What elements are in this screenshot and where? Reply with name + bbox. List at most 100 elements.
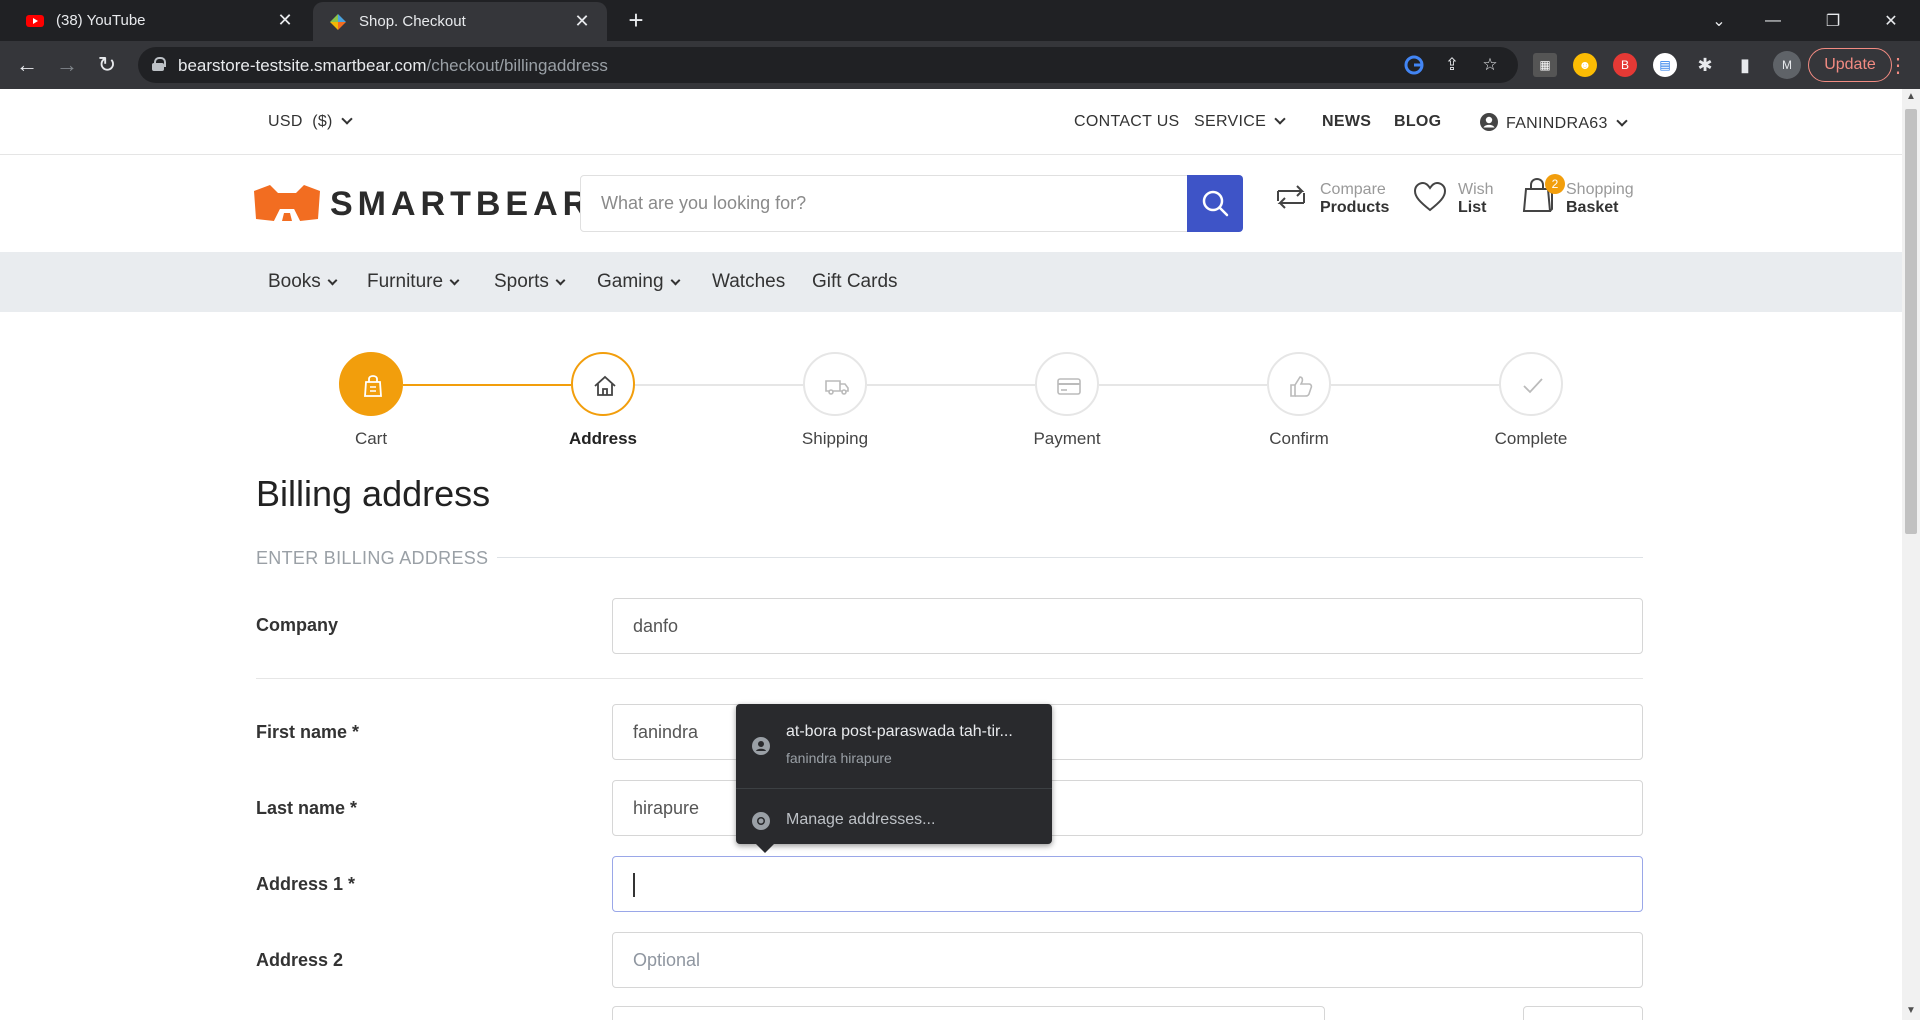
compare-products-link[interactable]: Compare Products (1274, 175, 1394, 225)
service-menu[interactable]: SERVICE (1194, 113, 1286, 131)
reload-icon[interactable]: ↻ (92, 50, 122, 80)
step-label-address: Address (568, 429, 638, 448)
update-button[interactable]: Update (1808, 48, 1892, 82)
minimize-icon[interactable]: — (1750, 0, 1796, 41)
step-confirm[interactable] (1267, 352, 1331, 416)
home-icon (594, 375, 616, 396)
step-connector (403, 384, 571, 386)
manage-addresses-label: Manage addresses... (786, 811, 936, 828)
search-input[interactable] (580, 175, 1188, 232)
step-label-payment: Payment (1033, 429, 1101, 448)
nav-furniture[interactable]: Furniture (367, 271, 460, 293)
page-scrollbar[interactable]: ▲ ▼ (1902, 89, 1920, 1020)
chrome-icon (752, 812, 770, 830)
step-payment[interactable] (1035, 352, 1099, 416)
side-panel-icon[interactable]: ▮ (1733, 53, 1757, 77)
step-cart[interactable] (339, 352, 403, 416)
bear-logo-icon (254, 185, 320, 221)
search-icon (1202, 190, 1229, 217)
top-utility-bar: USD ($) CONTACT US SERVICE NEWS BLOG FAN… (0, 89, 1902, 155)
company-label: Company (256, 615, 339, 635)
tab-shop-checkout[interactable]: Shop. Checkout ✕ (313, 2, 607, 41)
site-header: SMARTBEAR CompareProducts WishList Shopp… (0, 155, 1902, 252)
chevron-down-icon (670, 275, 680, 286)
close-tab-icon[interactable]: ✕ (573, 11, 591, 32)
city-input[interactable] (612, 1006, 1325, 1020)
nav-books[interactable]: Books (268, 271, 338, 293)
manage-addresses-option[interactable]: Manage addresses... (736, 789, 1052, 844)
scroll-up-icon[interactable]: ▲ (1906, 91, 1916, 102)
address1-input[interactable] (612, 856, 1643, 912)
extension-red-icon[interactable]: B (1613, 53, 1637, 77)
contact-us-link[interactable]: CONTACT US (1074, 113, 1180, 131)
wish-list-link[interactable]: Wish List (1412, 175, 1502, 225)
browser-toolbar: ← → ↻ bearstore-testsite.smartbear.com/c… (0, 41, 1920, 89)
currency-selector[interactable]: USD ($) (268, 113, 353, 131)
chevron-down-icon (449, 275, 460, 286)
scroll-down-icon[interactable]: ▼ (1906, 1005, 1916, 1016)
autofill-suggestion[interactable]: at-bora post-paraswada tah-tir... fanind… (736, 704, 1052, 788)
share-icon[interactable]: ⇪ (1442, 55, 1462, 75)
text-caret (633, 873, 635, 897)
lock-icon (152, 57, 166, 71)
shopping-basket-link[interactable]: Shopping Basket (1520, 175, 1640, 225)
nav-gift-cards[interactable]: Gift Cards (812, 271, 898, 293)
truck-icon (825, 380, 849, 395)
page-title: Billing address (256, 473, 491, 514)
category-nav: Books Furniture Sports Gaming Watches Gi… (0, 252, 1902, 312)
step-connector (1331, 384, 1499, 386)
step-complete[interactable] (1499, 352, 1563, 416)
address-bar[interactable]: bearstore-testsite.smartbear.com/checkou… (138, 47, 1518, 83)
nav-watches[interactable]: Watches (712, 271, 785, 293)
close-tab-icon[interactable]: ✕ (276, 10, 294, 31)
extension-face-icon[interactable]: ☻ (1573, 53, 1597, 77)
chevron-down-icon (1616, 115, 1628, 127)
heart-icon (1413, 181, 1447, 212)
step-connector (635, 384, 803, 386)
extensions-puzzle-icon[interactable]: ✱ (1693, 53, 1717, 77)
company-input[interactable] (612, 598, 1643, 654)
zip-input[interactable] (1523, 1006, 1643, 1020)
chevron-down-icon (1274, 113, 1286, 125)
autofill-name: fanindra hirapure (786, 750, 892, 766)
google-lens-icon[interactable] (1404, 55, 1424, 75)
bookmark-star-icon[interactable]: ☆ (1480, 55, 1500, 75)
search-button[interactable] (1187, 175, 1243, 232)
blog-link[interactable]: BLOG (1394, 113, 1441, 131)
close-window-icon[interactable]: ✕ (1868, 0, 1914, 41)
nav-gaming[interactable]: Gaming (597, 271, 680, 293)
nav-sports[interactable]: Sports (494, 271, 566, 293)
step-address[interactable] (571, 352, 635, 416)
news-link[interactable]: NEWS (1322, 113, 1371, 131)
scrollbar-thumb[interactable] (1905, 109, 1917, 534)
account-menu[interactable]: FANINDRA63 (1480, 113, 1628, 133)
extension-grid-icon[interactable]: ▦ (1533, 53, 1557, 77)
extension-sheet-icon[interactable]: ▤ (1653, 53, 1677, 77)
forward-icon[interactable]: → (52, 50, 82, 80)
credit-card-icon (1057, 378, 1081, 395)
tab-youtube[interactable]: (38) YouTube ✕ (10, 0, 310, 41)
step-label-confirm: Confirm (1269, 429, 1329, 448)
user-icon (1480, 113, 1498, 131)
back-icon[interactable]: ← (12, 50, 42, 80)
section-divider (497, 557, 1643, 558)
tab-search-icon[interactable]: ⌄ (1696, 0, 1742, 41)
url-text: bearstore-testsite.smartbear.com/checkou… (178, 56, 608, 75)
address2-label: Address 2 (256, 950, 344, 970)
address1-label: Address 1 * (256, 874, 356, 894)
address2-input[interactable] (612, 932, 1643, 988)
browser-tab-strip: (38) YouTube ✕ Shop. Checkout ✕ + ⌄ — ❐ … (0, 0, 1920, 41)
youtube-icon (26, 12, 44, 30)
cart-bag-icon (364, 375, 382, 397)
profile-avatar[interactable]: M (1773, 51, 1801, 79)
new-tab-icon[interactable]: + (622, 7, 650, 35)
step-shipping[interactable] (803, 352, 867, 416)
thumbs-up-icon (1290, 376, 1313, 397)
compare-icon (1277, 185, 1305, 209)
menu-kebab-icon[interactable]: ⋮ (1888, 53, 1908, 78)
tab-title: Shop. Checkout (359, 13, 466, 30)
chevron-down-icon (327, 275, 338, 286)
popup-pointer (756, 844, 774, 853)
smartbear-logo[interactable]: SMARTBEAR (252, 177, 587, 227)
restore-icon[interactable]: ❐ (1810, 0, 1856, 41)
